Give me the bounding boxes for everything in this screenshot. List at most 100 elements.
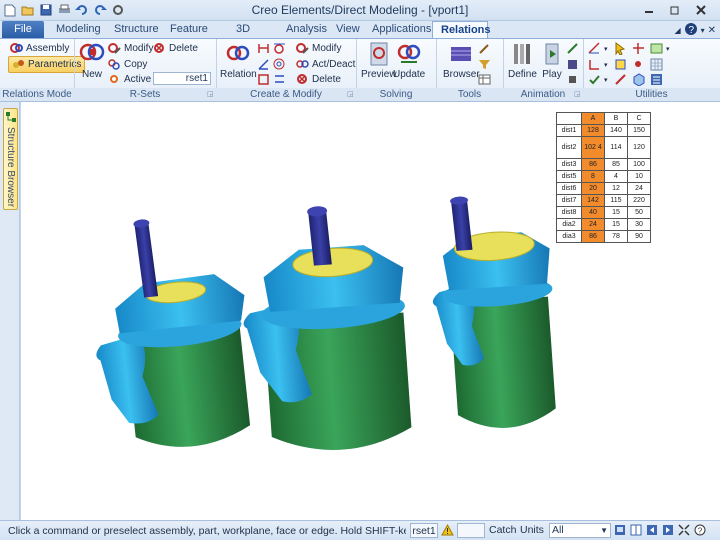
motor-model-2[interactable] — [236, 201, 416, 456]
expand-ribbon-icon[interactable]: ◢ — [674, 26, 680, 35]
tab-relations[interactable]: Relations — [432, 21, 491, 38]
delete-relation-button[interactable]: Delete — [296, 73, 341, 86]
utility-pointer-button[interactable] — [614, 42, 627, 56]
table-cell[interactable]: 220 — [627, 194, 651, 207]
utility-point-button[interactable] — [632, 58, 645, 71]
table-cell[interactable]: 102 4 — [581, 136, 605, 159]
motor-model-1[interactable] — [83, 210, 260, 456]
distance-relation-button[interactable] — [257, 42, 270, 55]
utility-dimension-button[interactable]: ▾ — [588, 58, 608, 71]
table-cell[interactable]: 50 — [627, 206, 651, 219]
create-modify-launcher-icon[interactable]: ◲ — [347, 90, 354, 98]
graphics-viewport[interactable]: A B C dist1 128 140 150 dist2 102 4 114 120 di… — [20, 102, 720, 520]
table-cell[interactable]: 140 — [604, 124, 628, 137]
coaxial-relation-button[interactable] — [273, 58, 286, 71]
tab-view[interactable]: View — [328, 21, 364, 38]
active-rset-button[interactable]: Active — [108, 73, 151, 86]
table-cell[interactable]: 15 — [604, 206, 628, 219]
fullscreen-icon[interactable] — [678, 524, 690, 536]
restore-icon[interactable] — [662, 1, 688, 19]
tangent-relation-button[interactable] — [273, 42, 286, 55]
save-icon[interactable] — [38, 2, 54, 18]
animation-launcher-icon[interactable]: ◲ — [574, 90, 581, 98]
table-cell[interactable]: 4 — [604, 170, 628, 183]
structure-browser-tab[interactable]: Structure Browser — [3, 108, 18, 210]
table-cell[interactable]: 86 — [581, 230, 605, 243]
utility-edge-button[interactable] — [614, 73, 627, 86]
angle-relation-button[interactable] — [257, 58, 270, 71]
table-cell[interactable]: 24 — [627, 182, 651, 195]
browser-button[interactable]: Browser — [443, 41, 480, 80]
table-cell[interactable]: 15 — [604, 218, 628, 231]
utility-cube-button[interactable] — [632, 73, 645, 87]
utility-grid-button[interactable] — [650, 58, 663, 71]
ribbon-minimize-icon[interactable]: ▾ — [701, 26, 705, 35]
utility-face-button[interactable] — [614, 58, 627, 71]
catch-label[interactable]: Catch — [489, 523, 516, 538]
status-rset[interactable]: rset1 — [410, 523, 438, 538]
table-cell[interactable]: 20 — [581, 182, 605, 195]
table-header-b[interactable]: B — [604, 112, 628, 125]
print-icon[interactable] — [56, 2, 72, 18]
table-cell[interactable]: 142 — [581, 194, 605, 207]
new-rset-button[interactable]: New — [78, 41, 106, 80]
table-cell[interactable]: 40 — [581, 206, 605, 219]
tab-3d-geometry[interactable]: 3D Geometry — [208, 21, 278, 51]
table-header-c[interactable]: C — [627, 112, 651, 125]
animation-option-3[interactable] — [566, 73, 579, 86]
minimize-icon[interactable] — [636, 1, 662, 19]
table-cell[interactable]: 86 — [581, 158, 605, 171]
utility-settings-button[interactable] — [650, 73, 663, 86]
rset-field[interactable]: rset1 — [153, 72, 211, 85]
tab-modeling[interactable]: Modeling — [48, 21, 106, 38]
undo-icon[interactable] — [74, 2, 90, 18]
new-icon[interactable] — [2, 2, 18, 18]
motor-model-3[interactable] — [426, 191, 562, 433]
table-cell[interactable]: 12 — [604, 182, 628, 195]
animation-option-1[interactable] — [566, 42, 579, 55]
tools-option-1[interactable] — [478, 42, 491, 55]
tools-option-3[interactable] — [478, 73, 491, 86]
animation-option-2[interactable] — [566, 58, 579, 71]
tab-feature[interactable]: Feature — [162, 21, 208, 38]
utility-axis-button[interactable] — [632, 42, 645, 55]
close-icon[interactable] — [688, 1, 714, 19]
table-cell[interactable]: 78 — [604, 230, 628, 243]
play-button[interactable]: Play — [538, 41, 566, 80]
tab-structure[interactable]: Structure — [106, 21, 162, 38]
selection-filter-select[interactable]: All ▼ — [549, 523, 611, 538]
table-cell[interactable]: 120 — [627, 136, 651, 159]
utility-check-button[interactable]: ▾ — [588, 73, 608, 86]
assembly-button[interactable]: Assembly — [10, 42, 69, 55]
delete-rset-button[interactable]: Delete — [153, 42, 198, 55]
status-help-icon[interactable]: ? — [694, 524, 706, 536]
table-cell[interactable]: 100 — [627, 158, 651, 171]
table-cell[interactable]: 115 — [604, 194, 628, 207]
table-cell[interactable]: 150 — [627, 124, 651, 137]
parallel-relation-button[interactable] — [273, 73, 286, 86]
units-label[interactable]: Units — [520, 523, 544, 538]
table-cell[interactable]: 30 — [627, 218, 651, 231]
tab-file[interactable]: File — [2, 21, 44, 38]
ribbon-close-icon[interactable]: ✕ — [708, 25, 716, 36]
utility-measure-button[interactable]: ▾ — [588, 42, 608, 55]
rsets-launcher-icon[interactable]: ◲ — [207, 90, 214, 98]
table-cell[interactable]: 128 — [581, 124, 605, 137]
open-icon[interactable] — [20, 2, 36, 18]
preview-button[interactable]: Preview — [361, 41, 397, 80]
table-cell[interactable]: 10 — [627, 170, 651, 183]
table-cell[interactable]: 85 — [604, 158, 628, 171]
tools-option-2[interactable] — [478, 58, 491, 71]
layout-icon[interactable] — [630, 524, 642, 536]
modify-relation-button[interactable]: Modify — [296, 42, 341, 55]
viewport-icon[interactable] — [614, 524, 626, 536]
update-button[interactable]: Update — [393, 41, 425, 80]
tab-applications[interactable]: Applications — [364, 21, 432, 38]
table-cell[interactable]: 90 — [627, 230, 651, 243]
modify-rset-button[interactable]: Modify — [108, 42, 153, 55]
table-cell[interactable]: 24 — [581, 218, 605, 231]
table-cell[interactable]: 8 — [581, 170, 605, 183]
previous-icon[interactable] — [646, 524, 658, 536]
redo-icon[interactable] — [92, 2, 108, 18]
table-cell[interactable]: 114 — [604, 136, 628, 159]
